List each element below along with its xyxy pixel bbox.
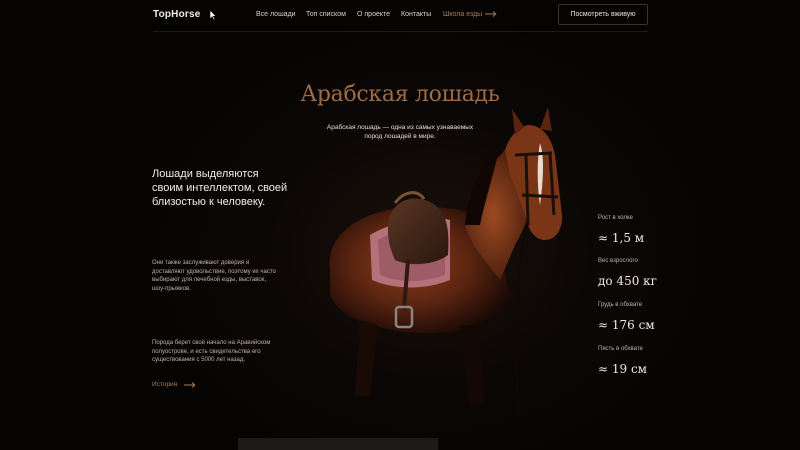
- mouse-cursor-icon: [209, 9, 217, 21]
- stat-value-chest: ≈ 176 см: [598, 318, 655, 332]
- stat-label-weight: Вес взрослого: [598, 258, 638, 264]
- nav-top-list[interactable]: Топ списком: [306, 11, 346, 18]
- page: TopHorse Все лошади Топ списком О проект…: [0, 0, 800, 450]
- bottom-panel: [238, 438, 438, 450]
- horse-image: [329, 107, 563, 416]
- logo[interactable]: TopHorse: [153, 9, 201, 20]
- paragraph-origin: Порода берет своё начало на Аравийском п…: [152, 340, 271, 363]
- stat-label-height: Рост в холке: [598, 215, 634, 221]
- lead-text: Лошади выделяются своим интеллектом, сво…: [152, 168, 288, 208]
- view-live-button[interactable]: Посмотреть вживую: [558, 4, 648, 25]
- nav-contacts[interactable]: Контакты: [401, 11, 431, 18]
- history-link[interactable]: История: [152, 381, 177, 388]
- arrow-right-icon: [184, 382, 196, 388]
- page-title: Арабская лошадь: [300, 82, 500, 107]
- nav-riding-school[interactable]: Школа езды: [443, 11, 482, 18]
- arrow-right-icon: [485, 11, 497, 17]
- stat-value-cannon: ≈ 19 см: [598, 362, 648, 376]
- stat-value-height: ≈ 1,5 м: [598, 231, 645, 245]
- nav-about[interactable]: О проекте: [357, 11, 390, 18]
- stat-label-chest: Грудь в обхвате: [598, 302, 643, 308]
- header-divider: [153, 31, 648, 32]
- stat-value-weight: до 450 кг: [598, 274, 657, 288]
- hero-subtitle: Арабская лошадь — одна из самых узнаваем…: [326, 124, 474, 140]
- nav-all-horses[interactable]: Все лошади: [256, 11, 296, 18]
- stat-label-cannon: Пясть в обхвате: [598, 346, 643, 352]
- paragraph-trust: Они также заслуживают доверия и доставля…: [152, 260, 276, 292]
